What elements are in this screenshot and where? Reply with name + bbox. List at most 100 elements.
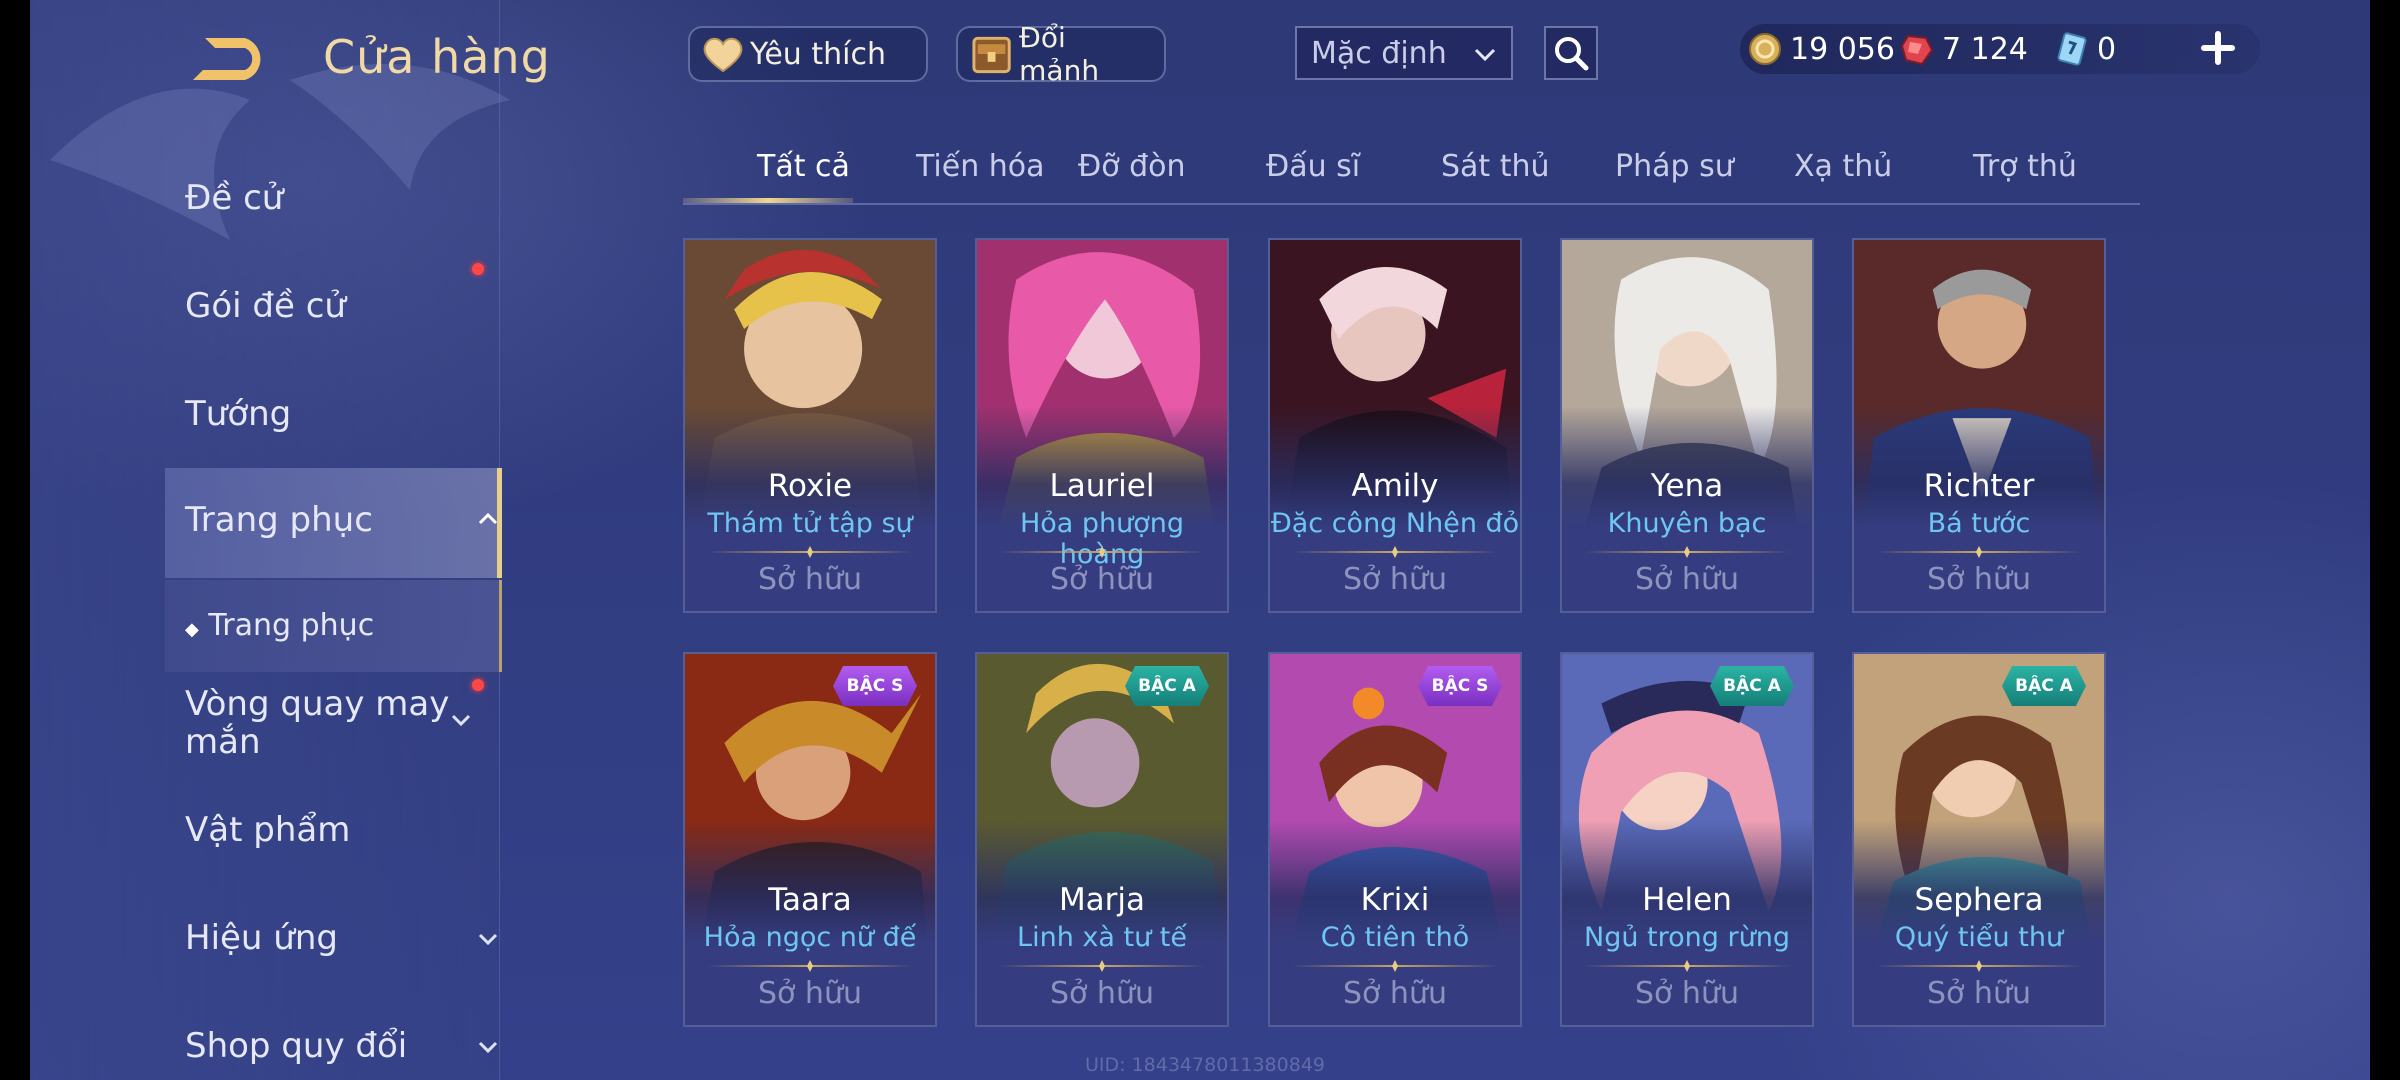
skin-name: Cô tiên thỏ — [1320, 922, 1470, 953]
hero-name: Amily — [1351, 468, 1439, 504]
tier-badge: BẬC A — [2002, 666, 2086, 706]
shop-screen: Cửa hàng Đề cử Gói đề cử Tướng Trang phụ… — [30, 0, 2370, 1080]
chevron-down-icon — [1474, 48, 1496, 62]
skin-card[interactable]: Yena Khuyên bạc Sở hữu — [1560, 238, 1814, 613]
heart-icon — [703, 37, 743, 73]
category-tabs: Tất cả Tiến hóa Đỡ đòn Đấu sĩ Sát thủ Ph… — [683, 135, 2140, 205]
chevron-down-icon — [478, 933, 498, 946]
skin-name: Hỏa phượng hoàng — [1019, 508, 1185, 570]
skin-card[interactable]: BẬC S Taara Hỏa ngọc nữ đế Sở hữu — [683, 652, 937, 1027]
tab-all[interactable]: Tất cả — [757, 149, 850, 184]
hero-name: Lauriel — [1049, 468, 1155, 504]
active-tab-underline — [683, 198, 853, 203]
sidebar-item-label: Tướng — [185, 394, 292, 434]
sidebar-item-skins[interactable]: Trang phục — [185, 500, 515, 540]
divider — [1584, 551, 1790, 553]
divider — [1584, 965, 1790, 967]
owned-status: Sở hữu — [1927, 976, 2031, 1011]
divider — [999, 965, 1205, 967]
sidebar-item-items[interactable]: Vật phẩm — [185, 810, 350, 850]
voucher-amount: 0 — [2097, 31, 2117, 67]
skin-name: Khuyên bạc — [1607, 508, 1767, 539]
divider — [999, 551, 1205, 553]
divider — [1292, 551, 1498, 553]
sort-dropdown[interactable]: Mặc định — [1295, 26, 1513, 80]
owned-status: Sở hữu — [1050, 562, 1154, 597]
sidebar-item-label: Đề cử — [185, 178, 284, 218]
ruby-amount: 7 124 — [1942, 31, 2028, 67]
tab-evolution[interactable]: Tiến hóa — [916, 149, 1045, 184]
tier-badge: BẬC A — [1710, 666, 1794, 706]
skin-name: Thám tử tập sự — [707, 508, 913, 539]
gold-currency: 19 056 — [1748, 28, 1895, 70]
favorite-button[interactable]: Yêu thích — [688, 26, 928, 82]
search-button[interactable] — [1544, 26, 1598, 80]
ruby-icon — [1900, 34, 1934, 66]
hero-name: Richter — [1923, 468, 2035, 504]
sidebar-item-label: Gói đề cử — [185, 286, 346, 326]
sidebar-item-effects[interactable]: Hiệu ứng — [185, 918, 515, 958]
tab-marksman[interactable]: Xạ thủ — [1794, 149, 1892, 184]
voucher-icon — [2057, 32, 2087, 66]
sidebar-item-label: Vật phẩm — [185, 810, 351, 850]
sidebar-subitem-skins[interactable]: ◆ Trang phục — [185, 608, 374, 643]
exchange-label: Đổi mảnh — [1019, 21, 1100, 87]
bullet-icon: ◆ — [185, 619, 199, 640]
tab-tank[interactable]: Đỡ đòn — [1078, 149, 1186, 184]
tab-warrior[interactable]: Đấu sĩ — [1266, 149, 1360, 184]
search-icon — [1555, 37, 1589, 71]
tab-assassin[interactable]: Sát thủ — [1441, 149, 1550, 184]
hero-name: Helen — [1642, 882, 1732, 918]
sort-value: Mặc định — [1311, 36, 1447, 71]
back-button[interactable] — [185, 30, 285, 90]
tier-badge: BẬC S — [833, 666, 917, 706]
sidebar-item-bundles[interactable]: Gói đề cử — [185, 286, 346, 326]
skin-name: Hỏa ngọc nữ đế — [703, 922, 917, 953]
sidebar-item-heroes[interactable]: Tướng — [185, 394, 291, 434]
chevron-up-icon — [478, 512, 498, 525]
tab-support[interactable]: Trợ thủ — [1973, 149, 2077, 184]
chevron-down-icon — [478, 1041, 498, 1054]
back-arrow-icon — [193, 38, 261, 80]
ruby-currency: 7 124 — [1900, 28, 2028, 70]
page-title: Cửa hàng — [323, 30, 551, 84]
skin-card[interactable]: Lauriel Hỏa phượng hoàng Sở hữu — [975, 238, 1229, 613]
notification-dot — [472, 263, 484, 275]
hero-name: Roxie — [767, 468, 853, 504]
divider — [1876, 965, 2082, 967]
gold-amount: 19 056 — [1790, 31, 1895, 67]
skin-card[interactable]: BẬC A Helen Ngủ trong rừng Sở hữu — [1560, 652, 1814, 1027]
skin-name: Bá tước — [1927, 508, 2031, 539]
chest-icon — [972, 36, 1011, 74]
skin-card[interactable]: Richter Bá tước Sở hữu — [1852, 238, 2106, 613]
gold-coin-icon — [1749, 33, 1781, 65]
hero-name: Taara — [768, 882, 852, 918]
sidebar-item-lucky-wheel[interactable]: Vòng quay may mắn — [185, 685, 485, 761]
owned-status: Sở hữu — [1927, 562, 2031, 597]
exchange-shards-button[interactable]: Đổi mảnh — [956, 21, 1166, 87]
sidebar-item-label: Trang phục — [185, 500, 373, 540]
chevron-down-icon[interactable] — [450, 709, 472, 731]
plus-icon — [2201, 31, 2235, 65]
voucher-currency: 0 — [2055, 28, 2116, 70]
sidebar-item-recommended[interactable]: Đề cử — [185, 178, 283, 218]
owned-status: Sở hữu — [1343, 976, 1447, 1011]
owned-status: Sở hữu — [1343, 562, 1447, 597]
skin-card[interactable]: BẬC S Krixi Cô tiên thỏ Sở hữu — [1268, 652, 1522, 1027]
divider — [1292, 965, 1498, 967]
hero-name: Marja — [1058, 882, 1146, 918]
tier-badge: BẬC A — [1125, 666, 1209, 706]
sidebar-item-label: Hiệu ứng — [185, 918, 338, 958]
sidebar-item-exchange-shop[interactable]: Shop quy đổi — [185, 1026, 515, 1066]
skin-card[interactable]: BẬC A Sephera Quý tiểu thư Sở hữu — [1852, 652, 2106, 1027]
skin-card[interactable]: Amily Đặc công Nhện đỏ Sở hữu — [1268, 238, 1522, 613]
owned-status: Sở hữu — [1635, 562, 1739, 597]
skin-name: Quý tiểu thư — [1894, 922, 2064, 953]
skin-card[interactable]: BẬC A Marja Linh xà tư tế Sở hữu — [975, 652, 1229, 1027]
skin-card[interactable]: Roxie Thám tử tập sự Sở hữu — [683, 238, 937, 613]
uid-watermark: UID: 1843478011380849 — [1085, 1054, 1325, 1076]
owned-status: Sở hữu — [1050, 976, 1154, 1011]
add-currency-button[interactable] — [2198, 28, 2238, 68]
tab-mage[interactable]: Pháp sư — [1615, 149, 1734, 184]
owned-status: Sở hữu — [758, 562, 862, 597]
